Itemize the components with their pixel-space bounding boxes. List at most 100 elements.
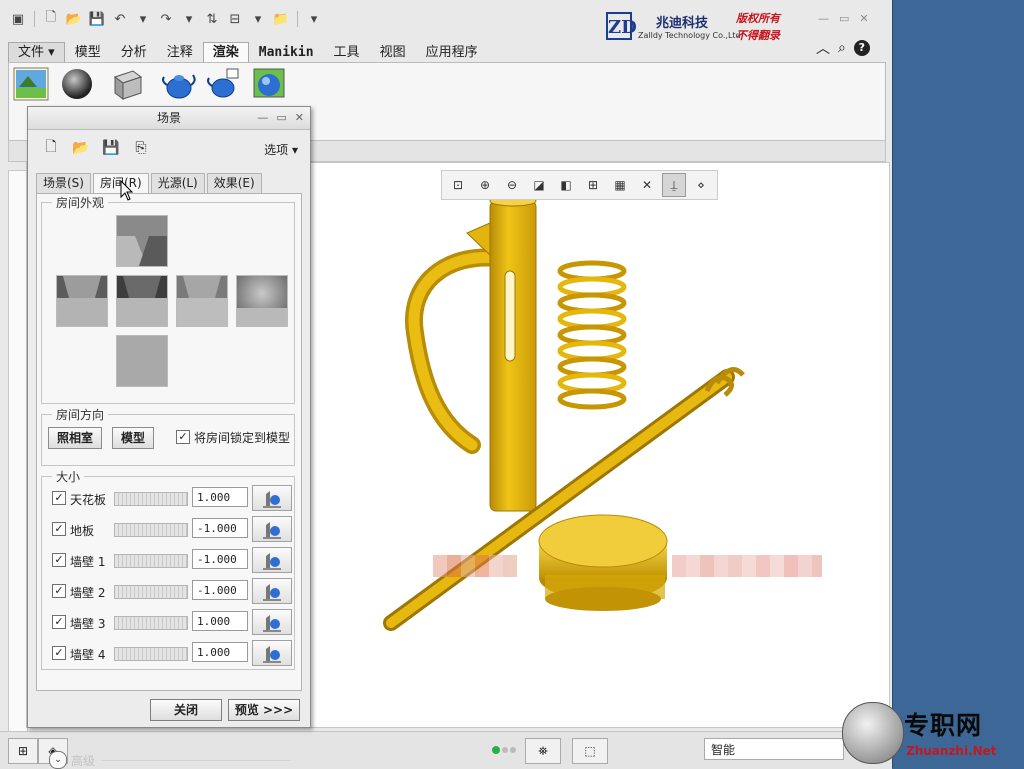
- wall-4-thumbnail[interactable]: [116, 335, 168, 387]
- studio-button[interactable]: 照相室: [48, 427, 103, 449]
- repaint-icon[interactable]: ◪: [527, 173, 551, 197]
- find-icon[interactable]: ⛯: [525, 738, 561, 764]
- wall-2-pick-button[interactable]: [252, 578, 292, 604]
- close-button[interactable]: 关闭: [150, 699, 222, 721]
- wall-4-slider[interactable]: [114, 647, 188, 661]
- appearance-sphere-icon[interactable]: [59, 67, 95, 101]
- close-icon[interactable]: ✕: [859, 12, 868, 25]
- ceiling-value[interactable]: 1.000: [192, 487, 248, 507]
- tab-model[interactable]: 模型: [65, 42, 111, 64]
- redo-icon[interactable]: ↷: [156, 9, 176, 29]
- render-teapot-icon[interactable]: [161, 67, 197, 101]
- search-icon[interactable]: ⌕: [838, 40, 846, 56]
- dialog-title-bar[interactable]: 场景 — ▭ ✕: [28, 107, 310, 130]
- help-icon[interactable]: ?: [853, 40, 870, 56]
- selection-filter[interactable]: 智能: [704, 738, 844, 760]
- windows-icon[interactable]: ⊟: [225, 9, 245, 29]
- windows-dropdown-icon[interactable]: ▾: [248, 9, 268, 29]
- new-scene-icon[interactable]: 🗋: [40, 137, 62, 159]
- datum-display-icon[interactable]: ⍊: [662, 173, 686, 197]
- collapse-ribbon-icon[interactable]: ︿: [816, 38, 830, 58]
- render-region-icon[interactable]: [109, 67, 145, 101]
- wall-1-slider[interactable]: [114, 554, 188, 568]
- wall-3-value[interactable]: 1.000: [192, 611, 248, 631]
- wall-4-pick-button[interactable]: [252, 640, 292, 666]
- wall-1-pick-button[interactable]: [252, 547, 292, 573]
- wall-3-thumbnail[interactable]: [236, 275, 288, 327]
- refit-icon[interactable]: ⊡: [446, 173, 470, 197]
- perspective-icon[interactable]: ✕: [635, 173, 659, 197]
- lock-room-checkbox[interactable]: ✓: [176, 430, 190, 444]
- dialog-minimize-icon[interactable]: —: [257, 107, 268, 129]
- open-scene-icon[interactable]: 📂: [70, 137, 92, 159]
- tab-manikin[interactable]: Manikin: [249, 42, 324, 64]
- wall-2-value[interactable]: -1.000: [192, 580, 248, 600]
- ceiling-pick-button[interactable]: [252, 485, 292, 511]
- app-icon[interactable]: ▣: [8, 9, 28, 29]
- model-button[interactable]: 模型: [112, 427, 155, 449]
- floor-pick-button[interactable]: [252, 516, 292, 542]
- floor-value[interactable]: -1.000: [192, 518, 248, 538]
- floor-slider[interactable]: [114, 523, 188, 537]
- wall-1-thumbnail[interactable]: [56, 275, 108, 327]
- wall-4-checkbox[interactable]: ✓: [52, 646, 66, 660]
- tab-file[interactable]: 文件 ▾: [8, 42, 65, 64]
- save-scene-icon[interactable]: 💾: [100, 137, 122, 159]
- render-window-teapot-icon[interactable]: [205, 67, 241, 101]
- wall-3-pick-button[interactable]: [252, 609, 292, 635]
- tab-scene[interactable]: 场景(S): [36, 173, 91, 193]
- wall-3-checkbox[interactable]: ✓: [52, 615, 66, 629]
- tab-effects[interactable]: 效果(E): [206, 173, 262, 193]
- ceiling-checkbox[interactable]: ✓: [52, 491, 66, 505]
- tab-analysis[interactable]: 分析: [111, 42, 157, 64]
- maximize-icon[interactable]: ▭: [839, 12, 849, 25]
- close-window-icon[interactable]: 📁: [271, 9, 291, 29]
- model-tree-strip[interactable]: [8, 170, 28, 732]
- view-toolbar: ⊡ ⊕ ⊖ ◪ ◧ ⊞ ▦ ✕ ⍊ ⋄: [441, 170, 718, 200]
- floor-thumbnail[interactable]: [116, 275, 168, 327]
- customize-qat-icon[interactable]: ▾: [304, 9, 324, 29]
- wall-2-checkbox[interactable]: ✓: [52, 584, 66, 598]
- ribbon-tabs: 文件 ▾ 模型 分析 注释 渲染 Manikin 工具 视图 应用程序: [8, 42, 488, 64]
- watermark-cn: 专职网: [904, 711, 983, 740]
- zoom-in-icon[interactable]: ⊕: [473, 173, 497, 197]
- tab-applications[interactable]: 应用程序: [416, 42, 488, 64]
- options-menu[interactable]: 选项 ▾: [264, 141, 298, 158]
- preview-button[interactable]: 预览 >>>: [228, 699, 300, 721]
- tab-render[interactable]: 渲染: [202, 42, 249, 64]
- ceiling-slider[interactable]: [114, 492, 188, 506]
- wall-2-slider[interactable]: [114, 585, 188, 599]
- copy-scene-icon[interactable]: ⎘: [130, 137, 152, 159]
- tab-lights[interactable]: 光源(L): [150, 173, 205, 193]
- dialog-maximize-icon[interactable]: ▭: [276, 107, 286, 129]
- tab-view[interactable]: 视图: [370, 42, 416, 64]
- floor-checkbox[interactable]: ✓: [52, 522, 66, 536]
- wall-1-value[interactable]: -1.000: [192, 549, 248, 569]
- scene-icon[interactable]: [13, 67, 49, 101]
- new-file-icon[interactable]: 🗋: [41, 9, 61, 29]
- redo-dropdown-icon[interactable]: ▾: [179, 9, 199, 29]
- wall-3-slider[interactable]: [114, 616, 188, 630]
- model-tree-toggle-icon[interactable]: ⊞: [8, 738, 38, 764]
- wall-4-value[interactable]: 1.000: [192, 642, 248, 662]
- ceiling-thumbnail[interactable]: [116, 215, 168, 267]
- annotation-display-icon[interactable]: ⋄: [689, 173, 713, 197]
- expand-chevron-icon[interactable]: ⌄: [49, 751, 67, 769]
- wall-2-thumbnail[interactable]: [176, 275, 228, 327]
- save-icon[interactable]: 💾: [87, 9, 107, 29]
- tab-tools[interactable]: 工具: [324, 42, 370, 64]
- tab-annotate[interactable]: 注释: [157, 42, 203, 64]
- view-manager-icon[interactable]: ▦: [608, 173, 632, 197]
- zoom-out-icon[interactable]: ⊖: [500, 173, 524, 197]
- display-style-icon[interactable]: ◧: [554, 173, 578, 197]
- selection-buffer-icon[interactable]: ⬚: [572, 738, 608, 764]
- saved-orientations-icon[interactable]: ⊞: [581, 173, 605, 197]
- realtime-render-icon[interactable]: [251, 67, 287, 101]
- undo-dropdown-icon[interactable]: ▾: [133, 9, 153, 29]
- minimize-icon[interactable]: —: [818, 12, 829, 25]
- dialog-close-icon[interactable]: ✕: [295, 107, 304, 129]
- regenerate-icon[interactable]: ⇅: [202, 9, 222, 29]
- wall-1-checkbox[interactable]: ✓: [52, 553, 66, 567]
- undo-icon[interactable]: ↶: [110, 9, 130, 29]
- open-folder-icon[interactable]: 📂: [64, 9, 84, 29]
